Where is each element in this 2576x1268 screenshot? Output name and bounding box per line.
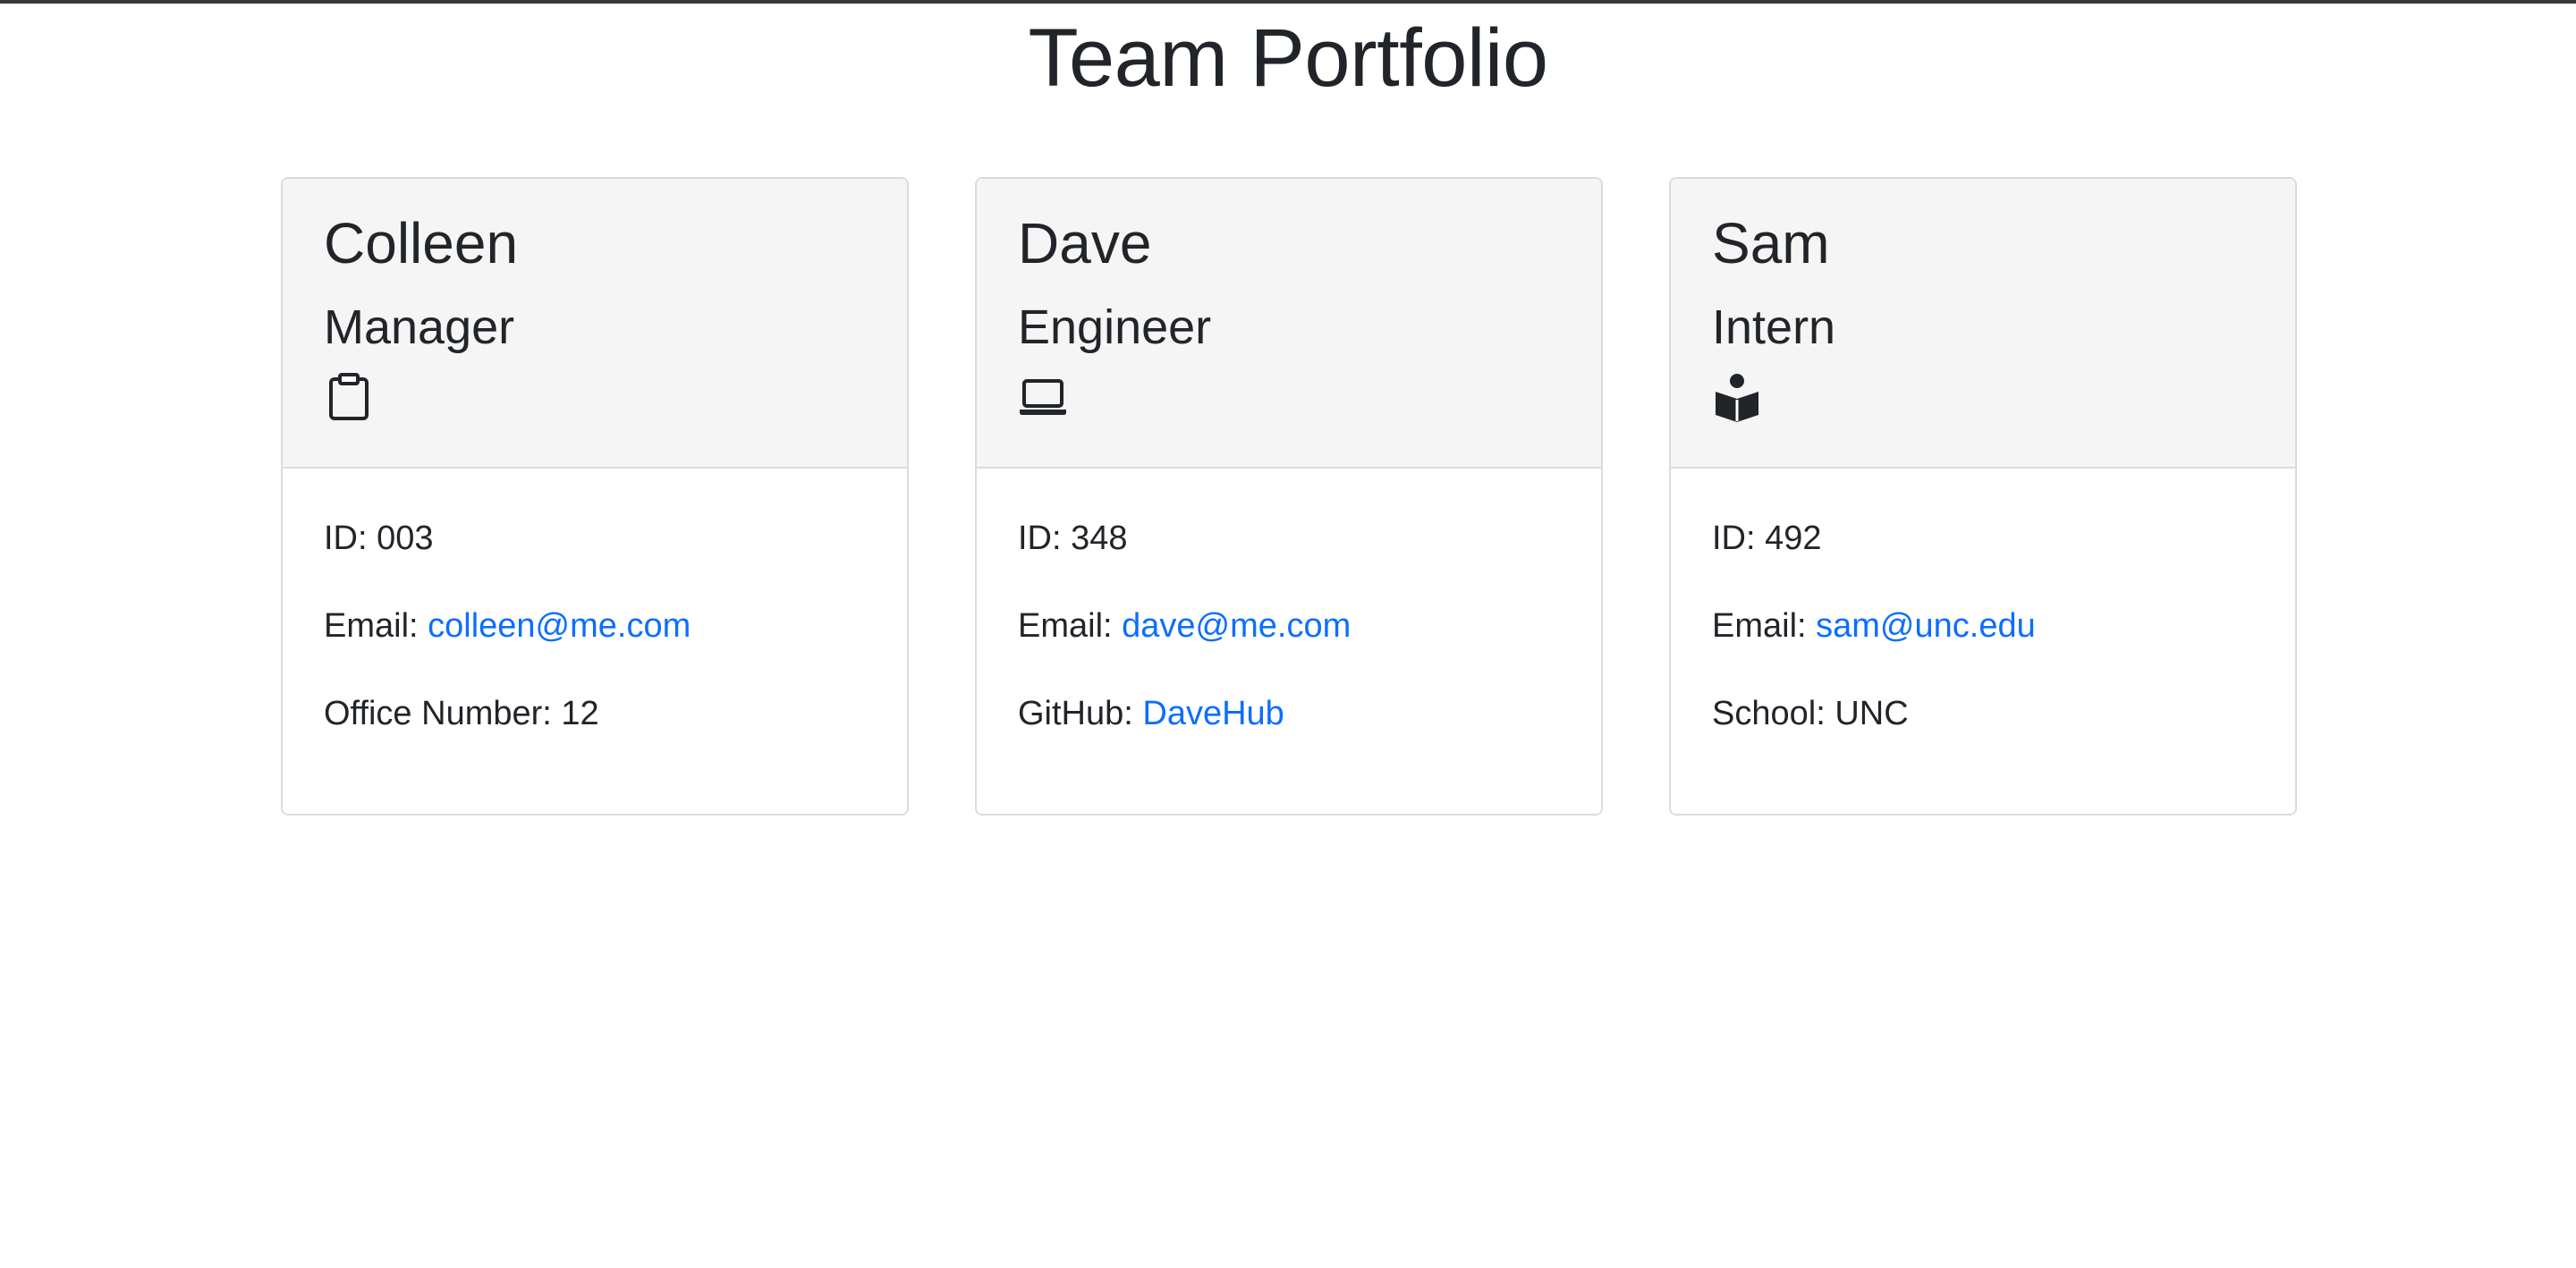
card-body: ID: 003 Email: colleen@me.com Office Num…: [283, 469, 907, 733]
employee-card-engineer: Dave Engineer ID: 348 Email: dave@me.com…: [975, 177, 1603, 816]
office-number-label: Office Number:: [324, 695, 562, 732]
email-label: Email:: [1712, 607, 1817, 645]
card-header: Dave Engineer: [977, 179, 1601, 469]
clipboard-icon: [324, 372, 374, 422]
laptop-icon: [1018, 372, 1068, 422]
email-link[interactable]: sam@unc.edu: [1816, 607, 2036, 645]
employee-id: ID: 003: [324, 519, 866, 558]
employee-role: Intern: [1712, 300, 1836, 354]
email-label: Email:: [324, 607, 428, 645]
id-label: ID:: [1712, 520, 1766, 557]
school: School: UNC: [1712, 694, 2254, 733]
page-title: Team Portfolio: [1028, 13, 1548, 104]
card-body: ID: 348 Email: dave@me.com GitHub: DaveH…: [977, 469, 1601, 733]
employee-id: ID: 492: [1712, 519, 2254, 558]
employee-email: Email: dave@me.com: [1018, 606, 1560, 646]
email-label: Email:: [1018, 607, 1123, 645]
employee-card-intern: Sam Intern ID: 492 Email: sam@unc.edu Sc…: [1669, 177, 2297, 816]
employee-role: Engineer: [1018, 300, 1212, 354]
top-border: [0, 0, 2576, 4]
school-label: School:: [1712, 695, 1835, 732]
email-link[interactable]: dave@me.com: [1122, 607, 1351, 645]
employee-role: Manager: [324, 300, 515, 354]
office-number-value: 12: [561, 695, 599, 732]
employee-card-manager: Colleen Manager ID: 003 Email: colleen@m…: [281, 177, 909, 816]
employee-name: Dave: [1018, 211, 1152, 275]
employee-id: ID: 348: [1018, 519, 1560, 558]
github-link[interactable]: DaveHub: [1142, 695, 1284, 732]
office-number: Office Number: 12: [324, 694, 866, 733]
employee-name: Sam: [1712, 211, 1830, 275]
school-value: UNC: [1835, 695, 1909, 732]
team-cards: Colleen Manager ID: 003 Email: colleen@m…: [281, 177, 2297, 816]
github: GitHub: DaveHub: [1018, 694, 1560, 733]
reader-icon: [1712, 372, 1762, 422]
card-header: Sam Intern: [1671, 179, 2295, 469]
id-label: ID:: [324, 520, 377, 557]
card-header: Colleen Manager: [283, 179, 907, 469]
id-label: ID:: [1018, 520, 1072, 557]
employee-email: Email: colleen@me.com: [324, 606, 866, 646]
github-label: GitHub:: [1018, 695, 1143, 732]
employee-name: Colleen: [324, 211, 519, 275]
id-value: 003: [377, 520, 434, 557]
employee-email: Email: sam@unc.edu: [1712, 606, 2254, 646]
email-link[interactable]: colleen@me.com: [428, 607, 691, 645]
id-value: 492: [1765, 520, 1822, 557]
card-body: ID: 492 Email: sam@unc.edu School: UNC: [1671, 469, 2295, 733]
id-value: 348: [1071, 520, 1128, 557]
